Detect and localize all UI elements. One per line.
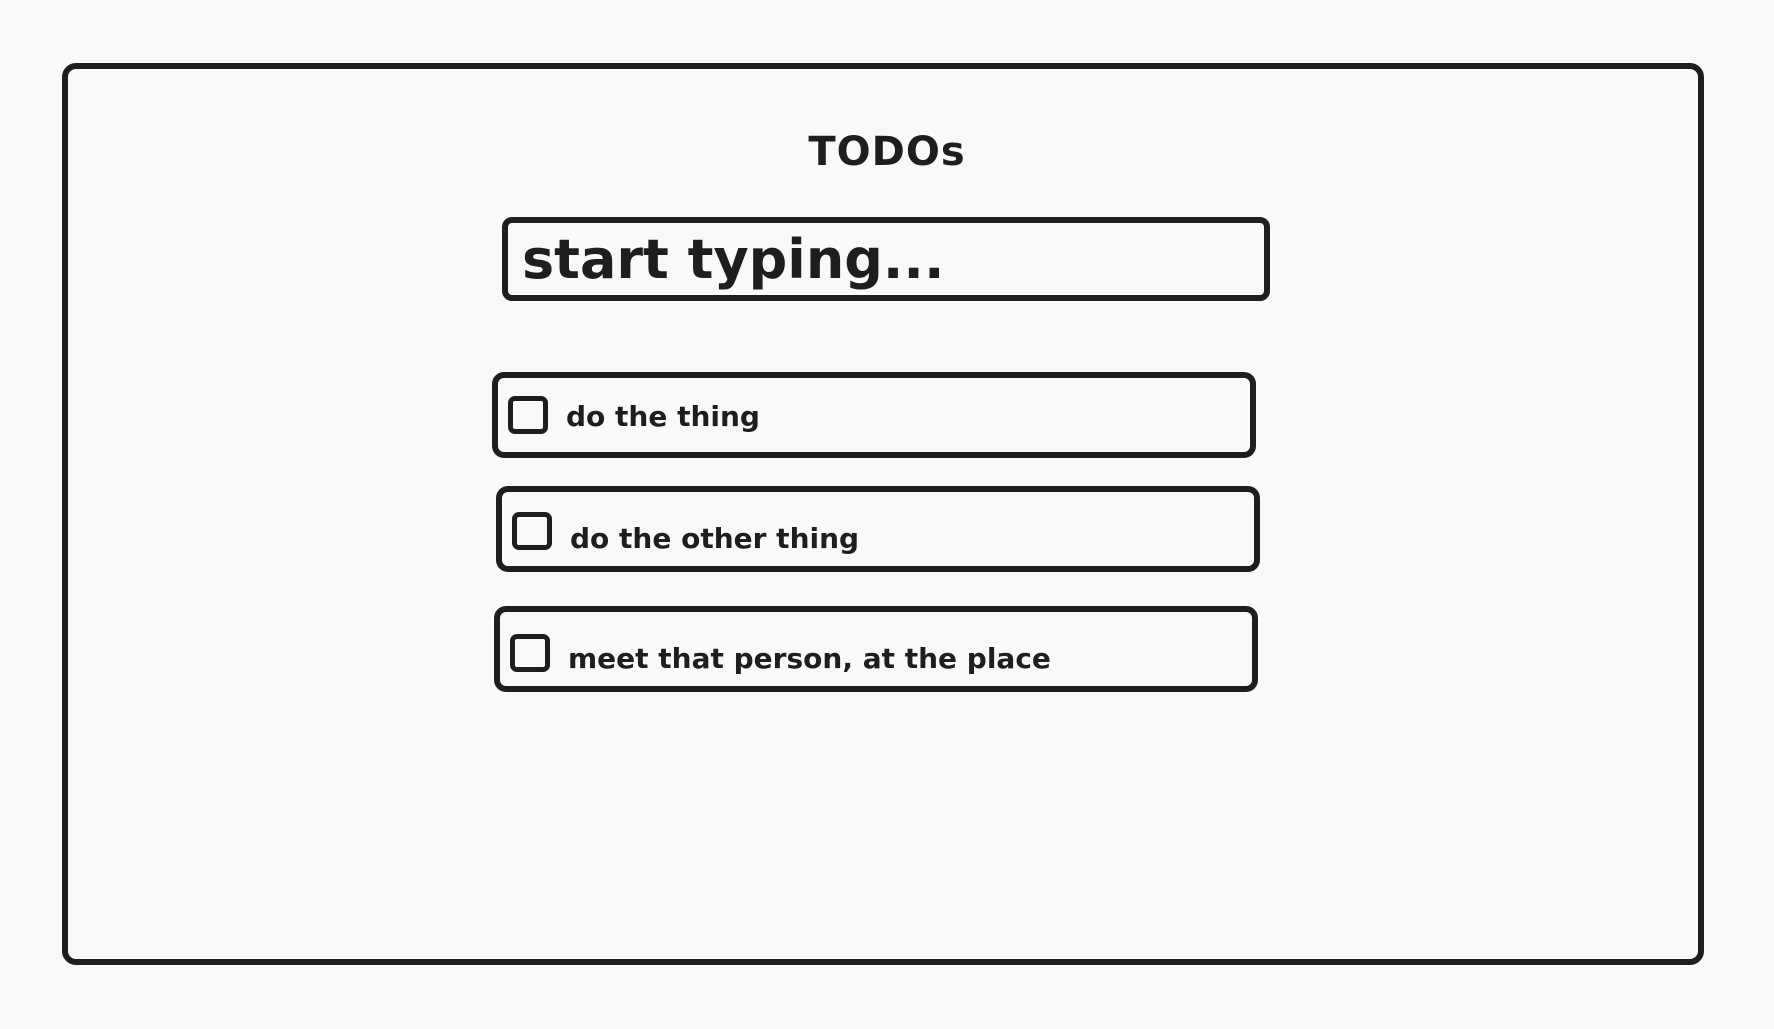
todo-entry-form: submit (502, 217, 1270, 301)
todo-label: meet that person, at the place (568, 642, 1051, 675)
todo-item[interactable]: meet that person, at the place (494, 606, 1258, 692)
todo-checkbox[interactable] (510, 634, 550, 672)
todo-checkbox[interactable] (512, 512, 552, 550)
todo-item[interactable]: do the thing (492, 372, 1256, 458)
todo-label: do the other thing (570, 522, 860, 555)
todo-input[interactable] (508, 223, 1264, 295)
todo-item[interactable]: do the other thing (496, 486, 1260, 572)
page-title: TODOs (808, 129, 966, 175)
todo-checkbox[interactable] (508, 396, 548, 434)
todo-label: do the thing (566, 400, 760, 433)
